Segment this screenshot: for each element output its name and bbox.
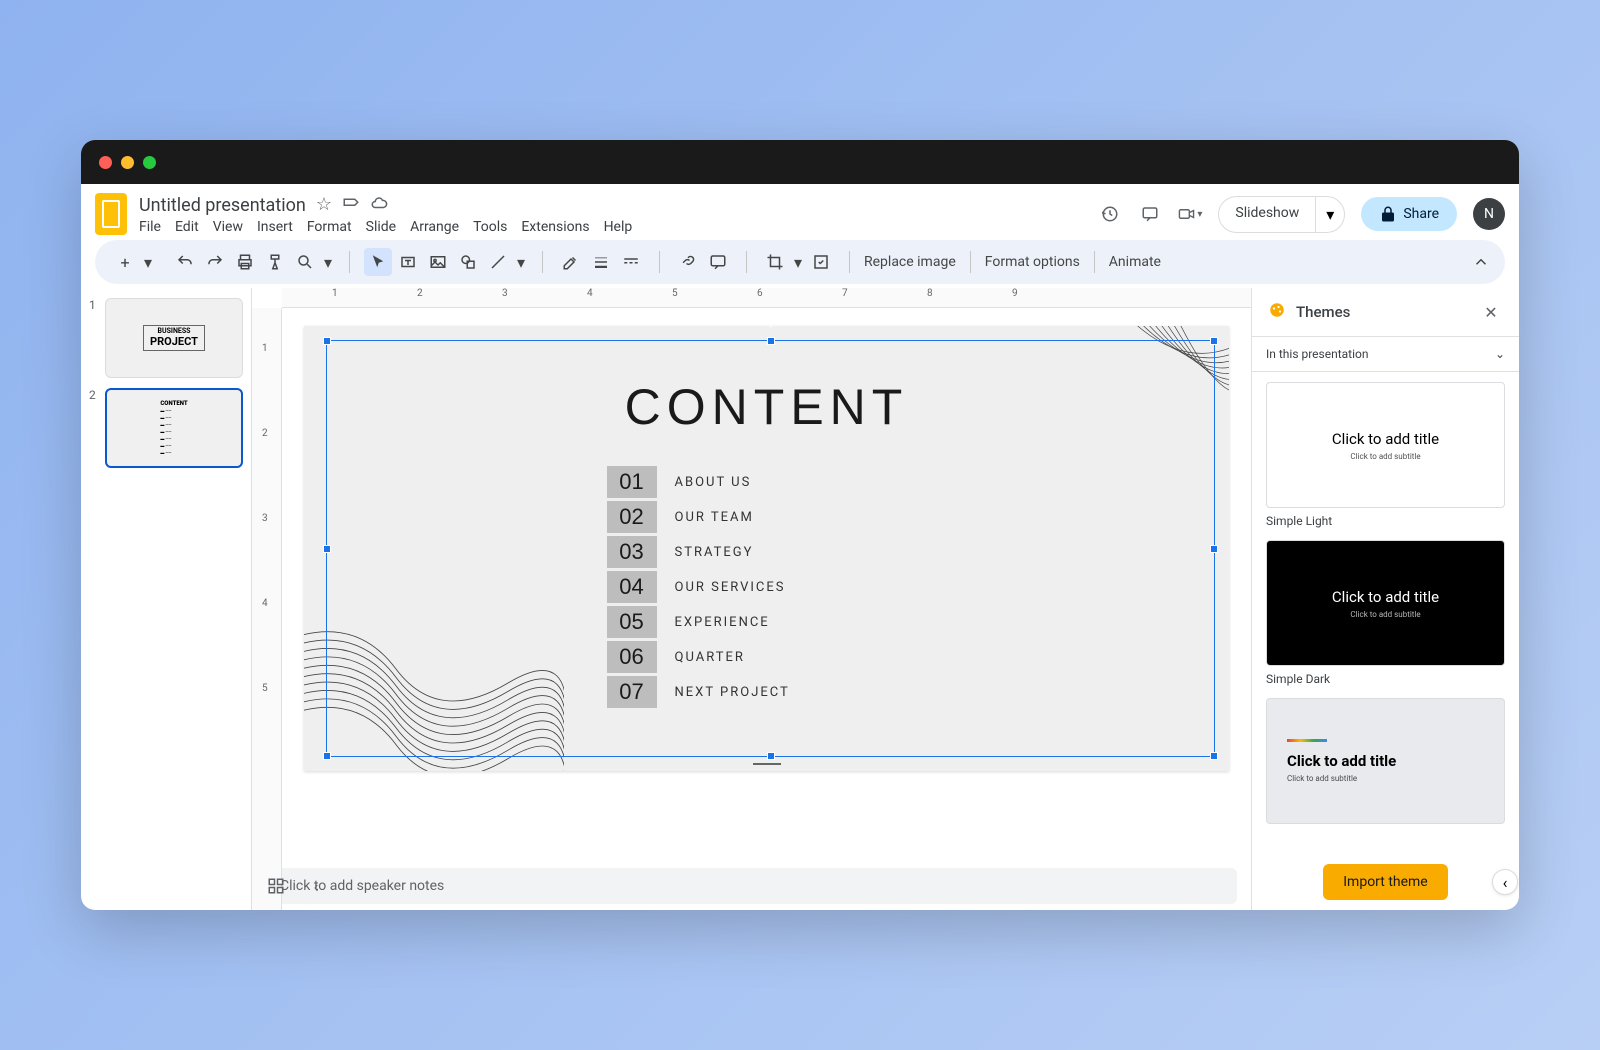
comments-icon[interactable] — [1138, 202, 1162, 226]
slide-number: 2 — [89, 388, 99, 468]
theme-card[interactable]: Click to add titleClick to add subtitle — [1266, 698, 1505, 824]
document-title[interactable]: Untitled presentation — [139, 195, 306, 216]
rotate-handle[interactable] — [768, 326, 774, 327]
collapse-toolbar-button[interactable] — [1467, 248, 1495, 276]
border-weight-button[interactable] — [587, 248, 615, 276]
slide-footer-line — [753, 763, 781, 765]
filmstrip-slide[interactable]: 1 BUSINESSPROJECT — [89, 298, 243, 378]
line-tool[interactable] — [484, 248, 512, 276]
line-dropdown[interactable]: ▾ — [514, 248, 528, 276]
slideshow-dropdown[interactable]: ▾ — [1315, 196, 1345, 233]
side-expand-button[interactable]: ‹ — [1492, 869, 1518, 895]
themes-title: Themes — [1296, 303, 1469, 321]
menu-slide[interactable]: Slide — [366, 219, 396, 235]
resize-handle[interactable] — [1210, 545, 1218, 553]
theme-card[interactable]: Click to add titleClick to add subtitleS… — [1266, 382, 1505, 528]
share-label: Share — [1403, 206, 1439, 222]
menu-format[interactable]: Format — [307, 219, 352, 235]
animate-button[interactable]: Animate — [1103, 254, 1167, 270]
slide-canvas[interactable]: CONTENT 01ABOUT US02OUR TEAM03STRATEGY04… — [304, 326, 1229, 771]
toolbar: + ▾ ▾ ▾ — [95, 240, 1505, 284]
shape-tool[interactable] — [454, 248, 482, 276]
resize-handle[interactable] — [323, 752, 331, 760]
slides-logo-icon — [95, 193, 127, 235]
filmstrip-slide[interactable]: 2 CONTENT▬ ——▬ ——▬ ——▬ ——▬ ——▬ ——▬ —— — [89, 388, 243, 468]
meet-icon[interactable]: ▾ — [1178, 202, 1202, 226]
canvas-area: 123456789 12345 CONTENT 01ABOUT US02OUR … — [251, 288, 1251, 910]
menu-file[interactable]: File — [139, 219, 161, 235]
menubar: File Edit View Insert Format Slide Arran… — [139, 219, 1098, 235]
undo-button[interactable] — [171, 248, 199, 276]
resize-handle[interactable] — [323, 337, 331, 345]
minimize-window-button[interactable] — [121, 156, 134, 169]
star-icon[interactable]: ☆ — [316, 194, 332, 217]
border-color-button[interactable] — [557, 248, 585, 276]
reset-image-button[interactable] — [807, 248, 835, 276]
menu-tools[interactable]: Tools — [473, 219, 507, 235]
border-dash-button[interactable] — [617, 248, 645, 276]
slideshow-button[interactable]: Slideshow — [1218, 196, 1315, 233]
ruler-horizontal: 123456789 — [282, 288, 1251, 308]
paint-format-button[interactable] — [261, 248, 289, 276]
mask-dropdown[interactable]: ▾ — [791, 248, 805, 276]
theme-name: Simple Light — [1266, 514, 1505, 528]
print-button[interactable] — [231, 248, 259, 276]
textbox-tool[interactable] — [394, 248, 422, 276]
menu-view[interactable]: View — [213, 219, 243, 235]
speaker-notes-input[interactable]: Click to add speaker notes — [266, 868, 1237, 904]
maximize-window-button[interactable] — [143, 156, 156, 169]
macos-titlebar — [81, 140, 1519, 184]
new-slide-dropdown[interactable]: ▾ — [141, 248, 155, 276]
menu-edit[interactable]: Edit — [175, 219, 199, 235]
slide-thumbnail-selected[interactable]: CONTENT▬ ——▬ ——▬ ——▬ ——▬ ——▬ ——▬ —— — [105, 388, 243, 468]
cloud-status-icon[interactable] — [370, 194, 388, 217]
new-slide-button[interactable]: + — [111, 248, 139, 276]
selection-box[interactable] — [326, 340, 1215, 757]
themes-palette-icon — [1268, 301, 1286, 323]
menu-arrange[interactable]: Arrange — [410, 219, 459, 235]
image-tool[interactable] — [424, 248, 452, 276]
share-button[interactable]: Share — [1361, 197, 1457, 231]
move-icon[interactable] — [342, 194, 360, 217]
replace-image-button[interactable]: Replace image — [858, 254, 962, 270]
comment-button[interactable] — [704, 248, 732, 276]
themes-panel: Themes ✕ In this presentation ⌄ Click to… — [1251, 288, 1519, 910]
filmstrip: 1 BUSINESSPROJECT 2 CONTENT▬ ——▬ ——▬ ——▬… — [81, 288, 251, 910]
format-options-button[interactable]: Format options — [979, 254, 1086, 270]
import-theme-button[interactable]: Import theme — [1323, 864, 1448, 900]
user-avatar[interactable]: N — [1473, 198, 1505, 230]
slide-thumbnail[interactable]: BUSINESSPROJECT — [105, 298, 243, 378]
menu-help[interactable]: Help — [604, 219, 633, 235]
grid-view-button[interactable] — [264, 874, 288, 898]
app-window: Untitled presentation ☆ File Edit View I… — [81, 140, 1519, 910]
close-window-button[interactable] — [99, 156, 112, 169]
main-area: 1 BUSINESSPROJECT 2 CONTENT▬ ——▬ ——▬ ——▬… — [81, 288, 1519, 910]
theme-card[interactable]: Click to add titleClick to add subtitleS… — [1266, 540, 1505, 686]
menu-insert[interactable]: Insert — [257, 219, 293, 235]
theme-name: Simple Dark — [1266, 672, 1505, 686]
slide-number: 1 — [89, 298, 99, 378]
resize-handle[interactable] — [767, 337, 775, 345]
select-tool[interactable] — [364, 248, 392, 276]
chevron-down-icon: ⌄ — [1495, 347, 1505, 361]
resize-handle[interactable] — [1210, 752, 1218, 760]
zoom-dropdown[interactable]: ▾ — [321, 248, 335, 276]
resize-handle[interactable] — [767, 752, 775, 760]
resize-handle[interactable] — [1210, 337, 1218, 345]
explore-button[interactable]: ‹ — [304, 874, 328, 898]
close-panel-button[interactable]: ✕ — [1479, 300, 1503, 324]
themes-section-header[interactable]: In this presentation ⌄ — [1252, 337, 1519, 372]
crop-button[interactable] — [761, 248, 789, 276]
history-icon[interactable] — [1098, 202, 1122, 226]
zoom-button[interactable] — [291, 248, 319, 276]
app-header: Untitled presentation ☆ File Edit View I… — [81, 184, 1519, 236]
redo-button[interactable] — [201, 248, 229, 276]
menu-extensions[interactable]: Extensions — [521, 219, 589, 235]
link-button[interactable] — [674, 248, 702, 276]
resize-handle[interactable] — [323, 545, 331, 553]
